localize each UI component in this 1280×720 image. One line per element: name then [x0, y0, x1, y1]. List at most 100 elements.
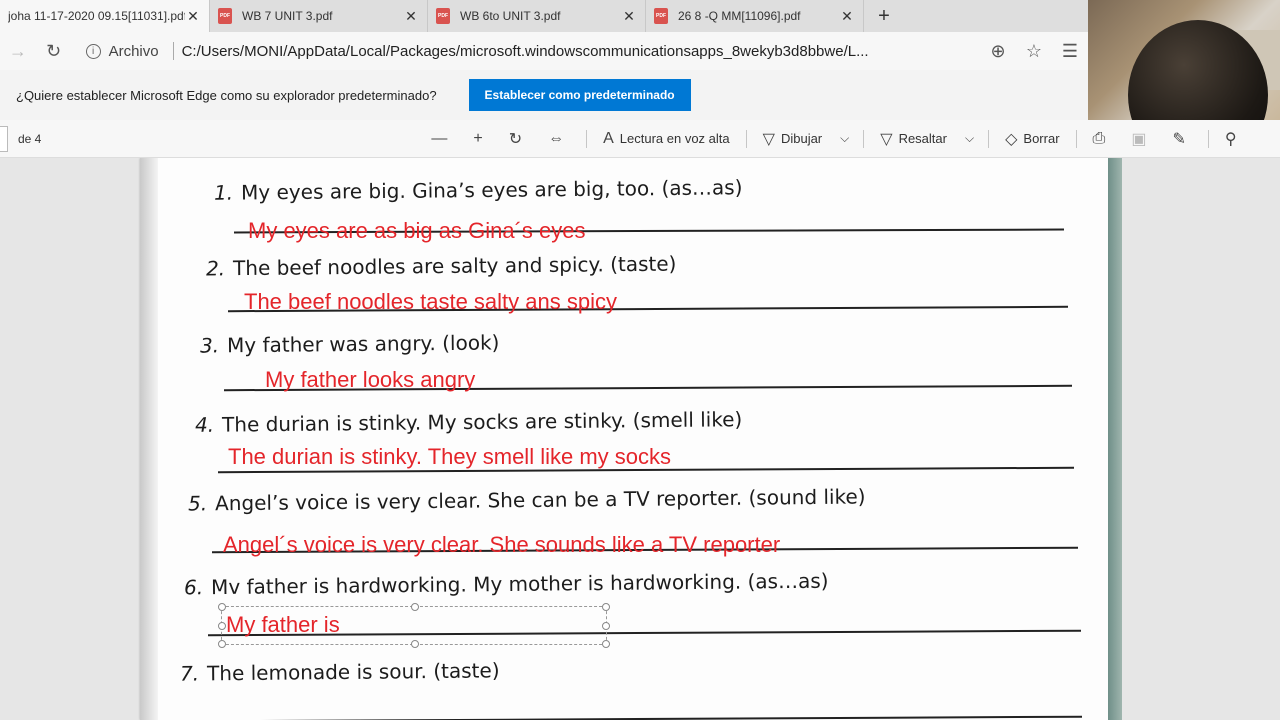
refresh-icon[interactable]: ↻ [36, 36, 72, 66]
favorite-star-icon[interactable]: ☆ [1016, 36, 1052, 66]
erase-button[interactable]: ◇ Borrar [995, 124, 1069, 154]
page-number-input[interactable] [0, 125, 8, 152]
pdf-document-area[interactable]: 1. My eyes are big. Gina’s eyes are big, … [0, 158, 1280, 720]
question-text: The lemonade is sour. (taste) [206, 658, 500, 686]
resize-handle[interactable] [602, 640, 610, 648]
toolbar-divider [863, 129, 865, 148]
question-7: 7. The lemonade is sour. (taste) [180, 658, 500, 685]
save-button[interactable]: ▣ [1121, 124, 1162, 154]
tab-label: 26 8 -Q MM[11096].pdf [678, 9, 801, 23]
question-text: The beef noodles are salty and spicy. (t… [232, 251, 677, 281]
zoom-out-button[interactable]: — [421, 124, 463, 154]
highlight-button[interactable]: ▽ Resaltar [870, 124, 957, 154]
resize-handle[interactable] [218, 640, 226, 648]
close-icon[interactable]: ✕ [185, 8, 201, 25]
question-number: 2. [205, 256, 226, 281]
set-default-button[interactable]: Establecer como predeterminado [468, 79, 691, 111]
resize-handle[interactable] [602, 603, 610, 611]
pen-icon: ▽ [762, 130, 775, 148]
question-number: 5. [187, 491, 208, 516]
forward-arrow-icon[interactable]: → [0, 36, 36, 66]
plus-icon: + [473, 129, 483, 147]
read-aloud-button[interactable]: A Lectura en voz alta [593, 124, 740, 154]
info-icon[interactable]: i [85, 43, 101, 59]
tab-label: WB 6to UNIT 3.pdf [460, 9, 561, 23]
highlight-label: Resaltar [898, 131, 947, 146]
eraser-icon: ◇ [1005, 130, 1018, 148]
answer-4: The durian is stinky. They smell like my… [228, 444, 671, 469]
address-scheme-label: Archivo [108, 42, 159, 60]
resize-handle[interactable] [218, 603, 226, 611]
fit-page-button[interactable]: ⇔ [538, 124, 580, 154]
save-as-icon: ✎ [1172, 130, 1186, 148]
toolbar-divider [745, 129, 747, 148]
tab-label: joha 11-17-2020 09.15[11031].pdf [8, 9, 185, 23]
tab-joha-pdf[interactable]: joha 11-17-2020 09.15[11031].pdf ✕ [0, 0, 210, 32]
navigation-bar: → ↻ i Archivo C:/Users/MONI/AppData/Loca… [0, 32, 1088, 70]
save-as-button[interactable]: ✎ [1162, 124, 1201, 154]
answer-5: Angel´s voice is very clear. She sounds … [223, 532, 781, 557]
resize-handle[interactable] [411, 640, 419, 648]
question-number: 7. [179, 661, 200, 686]
toolbar-divider [1207, 129, 1209, 148]
close-icon[interactable]: ✕ [839, 8, 855, 25]
tab-26-8-q-mm[interactable]: PDF 26 8 -Q MM[11096].pdf ✕ [646, 0, 864, 32]
resize-handle[interactable] [411, 603, 419, 611]
toolbar-divider [1075, 129, 1077, 148]
erase-label: Borrar [1023, 131, 1060, 146]
pdf-toolbar: de 4 — + ↻ ⇔ A Lectura en voz alta ▽ Dib… [0, 120, 1280, 158]
read-aloud-label: Lectura en voz alta [619, 131, 730, 146]
answer-3: My father looks angry [265, 367, 476, 392]
pin-toolbar-button[interactable]: ⚲ [1215, 124, 1253, 154]
highlight-chevron-down-icon[interactable]: ⌵ [957, 131, 982, 146]
page-binding-shadow [140, 158, 158, 720]
zoom-icon[interactable]: ⊕ [980, 36, 1016, 66]
favorites-list-icon[interactable]: ☰ [1052, 36, 1088, 66]
question-number: 3. [199, 333, 220, 358]
rotate-button[interactable]: ↻ [499, 124, 538, 154]
rotate-icon: ↻ [508, 130, 523, 148]
draw-chevron-down-icon[interactable]: ⌵ [832, 131, 857, 146]
answer-6-text-box[interactable]: My father is [226, 612, 340, 638]
page-count: de 4 [18, 131, 42, 146]
pdf-file-icon: PDF [654, 8, 668, 24]
address-bar[interactable]: i Archivo C:/Users/MONI/AppData/Local/Pa… [80, 36, 974, 66]
tab-bar: joha 11-17-2020 09.15[11031].pdf ✕ PDF W… [0, 0, 1088, 32]
printer-icon: ⎙ [1092, 129, 1106, 147]
save-icon: ▣ [1131, 130, 1147, 148]
print-button[interactable]: ⎙ [1083, 124, 1122, 154]
toolbar-divider [988, 129, 990, 148]
page-edge [1108, 158, 1122, 720]
pin-icon: ⚲ [1224, 130, 1237, 148]
tab-wb6-unit3[interactable]: PDF WB 6to UNIT 3.pdf ✕ [428, 0, 646, 32]
resize-handle[interactable] [602, 622, 610, 630]
resize-handle[interactable] [218, 622, 226, 630]
draw-label: Dibujar [780, 131, 823, 146]
question-3: 3. My father was angry. (look) [200, 330, 500, 357]
question-text: My father was angry. (look) [226, 330, 500, 358]
pdf-file-icon: PDF [218, 8, 232, 24]
fit-width-icon: ⇔ [548, 129, 565, 147]
minus-icon: — [431, 129, 448, 147]
default-browser-banner: ¿Quiere establecer Microsoft Edge como s… [0, 70, 1088, 120]
new-tab-plus-icon[interactable]: + [864, 0, 904, 32]
question-2: 2. The beef noodles are salty and spicy. … [206, 252, 677, 281]
banner-message: ¿Quiere establecer Microsoft Edge como s… [16, 87, 437, 103]
webcam-overlay [1088, 0, 1280, 124]
close-icon[interactable]: ✕ [621, 8, 637, 25]
close-icon[interactable]: ✕ [403, 8, 419, 25]
pdf-file-icon: PDF [436, 8, 450, 24]
tab-wb7-unit3[interactable]: PDF WB 7 UNIT 3.pdf ✕ [210, 0, 428, 32]
address-url[interactable]: C:/Users/MONI/AppData/Local/Packages/mic… [182, 43, 869, 60]
zoom-in-button[interactable]: + [463, 124, 498, 154]
read-aloud-icon: A [603, 129, 614, 147]
address-divider [172, 42, 174, 60]
question-number: 1. [213, 180, 234, 205]
draw-button[interactable]: ▽ Dibujar [753, 124, 833, 154]
answer-2: The beef noodles taste salty ans spicy [244, 289, 617, 314]
highlighter-icon: ▽ [880, 130, 893, 148]
question-number: 6. [183, 575, 204, 600]
toolbar-divider [586, 129, 588, 148]
tab-label: WB 7 UNIT 3.pdf [242, 9, 333, 23]
question-number: 4. [194, 412, 215, 437]
